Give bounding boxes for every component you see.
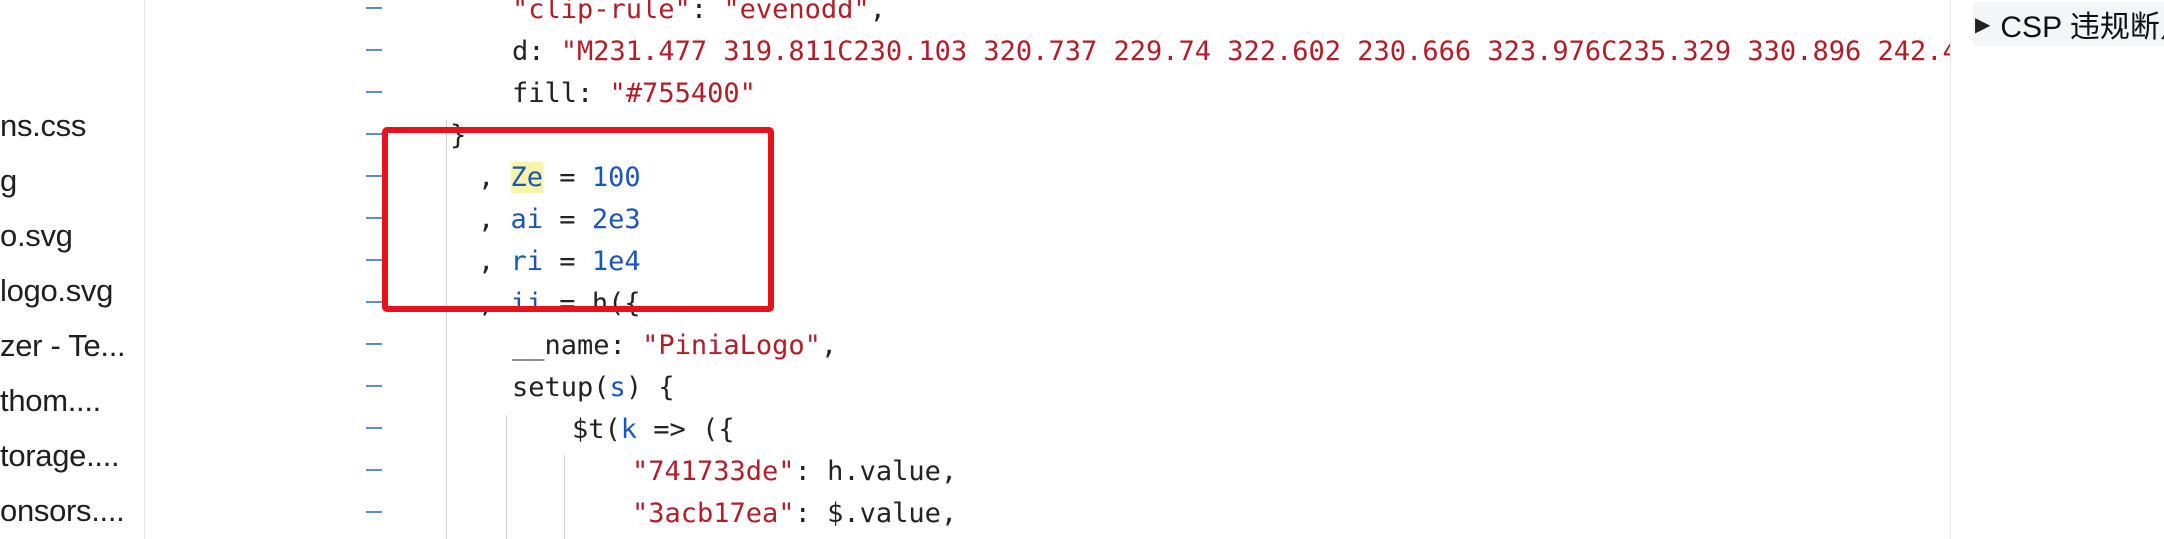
- gutter-marker: [366, 7, 382, 9]
- csp-breakpoints-label: CSP 违规断点: [2000, 11, 2164, 44]
- code-line: , ri = 1e4: [478, 246, 641, 277]
- gutter-marker: [366, 385, 382, 387]
- gutter-marker: [366, 469, 382, 471]
- indent-guide: [506, 415, 507, 539]
- gutter-marker: [366, 175, 382, 177]
- code-editor[interactable]: "clip-rule": "evenodd", d: "M231.477 319…: [0, 0, 1950, 539]
- indent-guide: [564, 455, 565, 539]
- code-line: , ai = 2e3: [478, 204, 641, 235]
- code-line: __name: "PiniaLogo",: [512, 330, 838, 361]
- indent-guide: [446, 120, 447, 539]
- code-line: fill: "#755400": [512, 78, 756, 109]
- csp-breakpoints-section[interactable]: ▶ CSP 违规断点: [1973, 2, 2164, 46]
- gutter-marker: [366, 343, 382, 345]
- code-line: }: [450, 120, 467, 151]
- expand-triangle-icon[interactable]: ▶: [1975, 12, 1990, 37]
- gutter-marker: [366, 259, 382, 261]
- code-line: , ii = h({: [478, 288, 641, 319]
- gutter-marker: [366, 91, 382, 93]
- line-gutter: [145, 0, 445, 539]
- gutter-marker: [366, 217, 382, 219]
- gutter-marker: [366, 301, 382, 303]
- code-line: d: "M231.477 319.811C230.103 320.737 229…: [512, 36, 1950, 67]
- code-line: "3acb17ea": $.value,: [632, 498, 958, 529]
- code-line: "741733de": h.value,: [632, 456, 958, 487]
- code-line: $t(k => ({: [572, 414, 735, 445]
- code-line: , Ze = 100: [478, 162, 641, 193]
- gutter-marker: [366, 133, 382, 135]
- breakpoints-panel: ▶ CSP 违规断点: [1950, 0, 2164, 539]
- code-line: "clip-rule": "evenodd",: [512, 0, 886, 25]
- gutter-marker: [366, 427, 382, 429]
- code-line: setup(s) {: [512, 372, 675, 403]
- gutter-marker: [366, 511, 382, 513]
- gutter-marker: [366, 49, 382, 51]
